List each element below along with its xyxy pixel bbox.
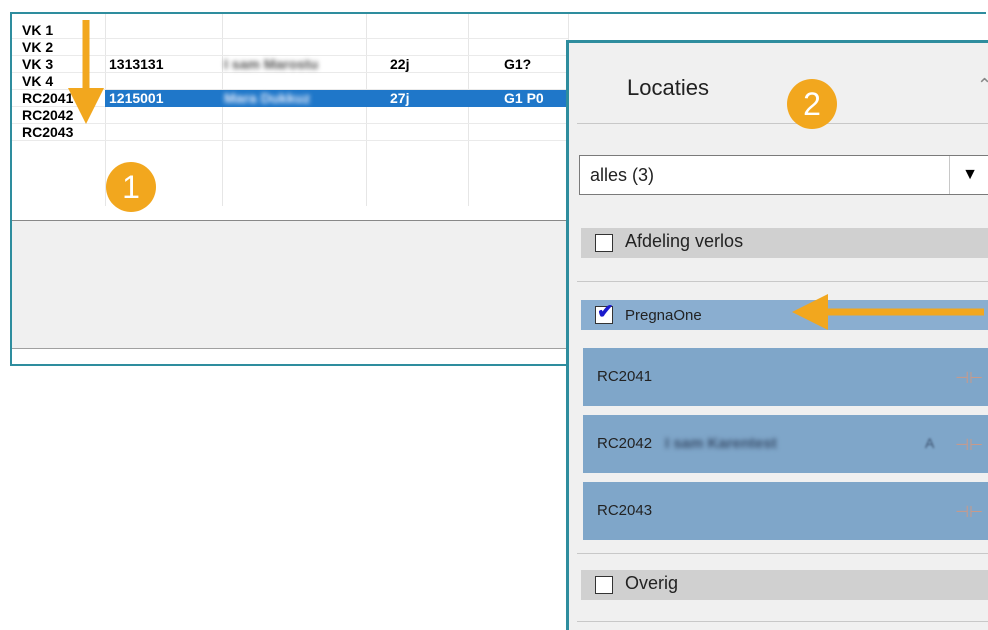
filter-selected-value: alles (3)	[590, 165, 655, 185]
dropdown-arrow-icon[interactable]: ▼	[949, 156, 988, 194]
row-patient-name-redacted: I sam Marostu	[224, 56, 319, 72]
row-age: 22j	[390, 56, 410, 72]
row-patient-name-redacted: Mara Dukkuz	[224, 90, 311, 106]
divider	[577, 621, 988, 622]
row-patient-id: 1313131	[109, 56, 164, 72]
group-label: Overig	[625, 573, 679, 593]
checkmark-icon: ✔	[597, 301, 614, 323]
annotation-arrow-down	[68, 20, 104, 124]
divider	[577, 123, 988, 124]
group-checkbox-checked[interactable]: ✔	[595, 302, 614, 324]
location-label: RC2043	[597, 502, 653, 519]
row-age: 27j	[390, 90, 410, 106]
locaties-panel: Locaties ⌃ alles (3) ▼ Afdeling verlos ✔…	[566, 40, 988, 630]
location-item-rc2041[interactable]: RC2041 ⊣⊢	[583, 348, 988, 406]
location-occupant-redacted: I sam Karentest	[665, 435, 777, 452]
panel-title: Locaties	[627, 75, 709, 100]
grid-footer-border	[12, 348, 568, 349]
row-gravida: G1 P0	[504, 90, 544, 106]
row-location: VK 4	[22, 73, 54, 89]
annotation-arrow-left	[792, 294, 984, 330]
location-filter-dropdown[interactable]: alles (3) ▼	[579, 155, 988, 195]
group-label: PregnaOne	[625, 307, 702, 324]
grid-empty-area	[12, 221, 568, 348]
row-location: VK 2	[22, 39, 54, 55]
pin-icon[interactable]: ⊣⊢	[955, 435, 983, 455]
divider	[577, 281, 988, 282]
divider	[577, 553, 988, 554]
location-label: RC2041	[597, 368, 653, 385]
pin-icon[interactable]: ⊣⊢	[955, 502, 983, 522]
pin-icon[interactable]: ⊣⊢	[955, 368, 983, 388]
row-location: VK 1	[22, 22, 54, 38]
annotation-badge-1: 1	[106, 162, 156, 212]
group-overig[interactable]: Overig	[581, 570, 988, 600]
row-gravida: G1?	[504, 56, 532, 72]
group-afdeling-verlos[interactable]: Afdeling verlos	[581, 228, 988, 258]
location-item-rc2043[interactable]: RC2043 ⊣⊢	[583, 482, 988, 540]
double-chevron-up-icon[interactable]: ⌃	[977, 75, 988, 96]
group-label: Afdeling verlos	[625, 231, 744, 251]
annotation-badge-2: 2	[787, 79, 837, 129]
location-item-rc2042[interactable]: RC2042 I sam Karentest A ⊣⊢	[583, 415, 988, 473]
location-label: RC2042	[597, 435, 653, 452]
group-checkbox[interactable]	[595, 234, 613, 252]
location-flag: A	[925, 435, 935, 451]
group-checkbox[interactable]	[595, 576, 613, 594]
row-location: VK 3	[22, 56, 54, 72]
row-patient-id: 1215001	[109, 90, 164, 106]
